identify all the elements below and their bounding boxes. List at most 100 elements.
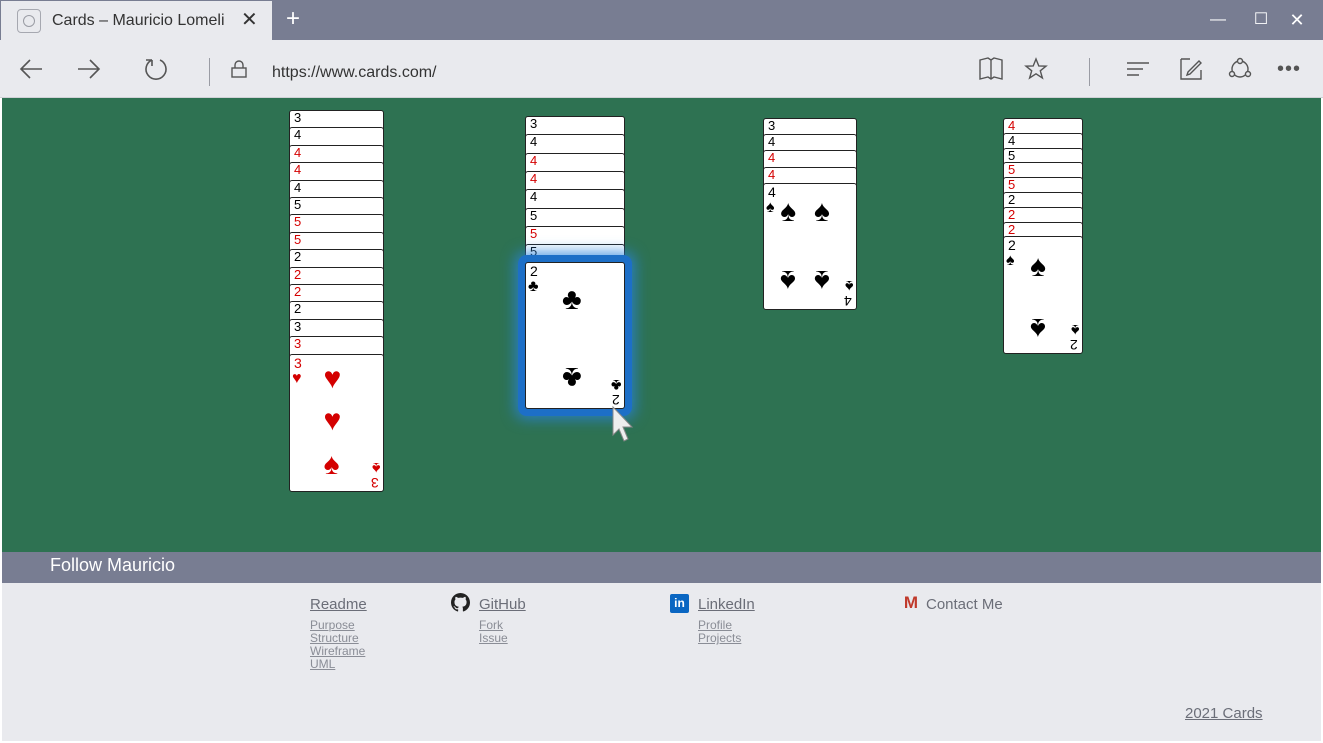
back-arrow-icon[interactable] xyxy=(14,52,48,86)
card-rank: 5 xyxy=(294,197,302,212)
top-card[interactable]: 3 ♥ 3 ♠ ♥ ♥ ♠ xyxy=(289,353,384,492)
selected-top-card[interactable]: 2 ♣ 2 ♣ ♣ ♣ xyxy=(525,262,625,410)
card-rank: 2 xyxy=(1008,192,1016,207)
refresh-icon[interactable] xyxy=(139,52,173,86)
card-rank: 5 xyxy=(294,231,302,247)
lock-icon xyxy=(222,52,256,86)
reading-view-icon[interactable] xyxy=(974,52,1008,86)
tab-title: Cards – Mauricio Lomeli xyxy=(52,12,225,29)
card-table: 3 4 4 4 4 5 5 5 2 2 2 2 3 3 3 ♥ 3 ♠ ♥ ♥ ♠ 3 4 4 4 4 5 5 5 2 ♣ 2 ♣ ♣ ♣ 3 4 4 4 4… xyxy=(2,98,1321,552)
card-rank: 5 xyxy=(1008,147,1016,163)
suit-pip-icon: ♠ xyxy=(780,194,797,228)
hub-icon[interactable] xyxy=(1121,52,1155,86)
card-rank: 3 xyxy=(371,474,379,491)
card-rank: 3 xyxy=(530,116,538,131)
card-rank: 4 xyxy=(530,152,538,168)
card-rank: 3 xyxy=(294,336,302,352)
card-rank: 4 xyxy=(294,162,302,178)
divider xyxy=(209,58,210,86)
suit-pip-icon: ♠ xyxy=(1030,249,1046,283)
card-rank: 2 xyxy=(1070,337,1078,354)
suit-pip-icon: ♠ xyxy=(1030,312,1046,346)
card-rank: 3 xyxy=(294,110,302,125)
card-rank: 2 xyxy=(294,284,302,299)
card-rank: 2 xyxy=(294,249,302,265)
card-rank: 2 xyxy=(1008,206,1016,222)
card-rank: 5 xyxy=(530,225,538,241)
forward-arrow-icon[interactable] xyxy=(72,52,106,86)
linkedin-link[interactable]: LinkedIn xyxy=(698,596,755,613)
suit-icon: ♠ xyxy=(766,198,775,216)
suit-pip-icon: ♣ xyxy=(562,360,582,394)
suit-pip-icon: ♥ xyxy=(323,403,342,437)
card-rank: 4 xyxy=(768,150,776,166)
gmail-icon: M xyxy=(903,593,919,612)
suit-icon: ♣ xyxy=(610,376,622,394)
share-icon[interactable] xyxy=(1223,52,1257,86)
card-rank: 4 xyxy=(294,144,302,160)
address-bar[interactable]: https://www.cards.com/ xyxy=(272,64,437,82)
card-rank: 4 xyxy=(768,166,776,182)
suit-pip-icon: ♣ xyxy=(562,283,582,317)
uml-link[interactable]: UML xyxy=(310,658,335,671)
card-rank: 2 xyxy=(1008,221,1016,237)
card-rank: 5 xyxy=(530,244,538,260)
contact-me-link[interactable]: Contact Me xyxy=(926,596,1003,613)
card-rank: 4 xyxy=(530,189,538,205)
suit-pip-icon: ♠ xyxy=(813,264,830,298)
card-rank: 2 xyxy=(530,263,538,280)
card-rank: 4 xyxy=(1008,132,1016,148)
card-rank: 5 xyxy=(530,207,538,223)
card-rank: 4 xyxy=(530,170,538,186)
copyright-link[interactable]: 2021 Cards xyxy=(1185,705,1263,722)
web-note-icon[interactable] xyxy=(1174,52,1208,86)
mouse-cursor-icon xyxy=(612,405,634,442)
follow-bar: Follow Mauricio xyxy=(2,552,1321,583)
card-rank: 4 xyxy=(294,127,302,143)
suit-icon: ♥ xyxy=(292,369,302,387)
favorite-star-icon[interactable] xyxy=(1019,52,1053,86)
card-rank: 2 xyxy=(294,301,302,317)
suit-icon: ♣ xyxy=(528,278,539,296)
follow-heading: Follow Mauricio xyxy=(50,555,176,575)
card-rank: 3 xyxy=(294,318,302,334)
suit-pip-icon: ♠ xyxy=(323,447,340,481)
browser-tab[interactable]: Cards – Mauricio Lomeli ✕ xyxy=(1,1,272,40)
navigation-bar: https://www.cards.com/ ••• xyxy=(0,40,1323,98)
tab-close-icon[interactable]: ✕ xyxy=(241,8,258,32)
github-link[interactable]: GitHub xyxy=(479,596,526,613)
suit-icon: ♠ xyxy=(371,458,381,476)
linkedin-icon: in xyxy=(670,594,689,613)
card-rank: 2 xyxy=(1008,237,1016,254)
close-window-button[interactable]: ✕ xyxy=(1285,8,1309,32)
footer: Readme Purpose Structure Wireframe UML G… xyxy=(2,583,1321,741)
suit-pip-icon: ♠ xyxy=(780,264,797,298)
issue-link[interactable]: Issue xyxy=(479,632,508,645)
suit-icon: ♠ xyxy=(1070,321,1080,339)
card-rank: 5 xyxy=(1008,177,1016,193)
suit-pip-icon: ♥ xyxy=(323,362,342,396)
top-card[interactable]: 2 ♠ 2 ♠ ♠ ♠ xyxy=(1003,236,1083,355)
top-card[interactable]: 4 ♠ 4 ♠ ♠ ♠ ♠ ♠ xyxy=(763,182,857,310)
card-rank: 4 xyxy=(294,179,302,195)
suit-icon: ♠ xyxy=(844,276,854,294)
new-tab-button[interactable]: + xyxy=(282,6,304,32)
suit-pip-icon: ♠ xyxy=(813,194,830,228)
page-favicon-icon xyxy=(17,9,41,33)
card-rank: 4 xyxy=(1008,118,1016,133)
card-rank: 4 xyxy=(768,183,776,200)
github-icon xyxy=(451,593,470,612)
minimize-button[interactable]: — xyxy=(1206,8,1230,32)
more-options-icon[interactable]: ••• xyxy=(1272,52,1306,86)
maximize-button[interactable]: ☐ xyxy=(1249,8,1273,32)
title-bar: Cards – Mauricio Lomeli ✕ + — ☐ ✕ xyxy=(0,0,1323,40)
card-rank: 3 xyxy=(768,118,776,133)
readme-link[interactable]: Readme xyxy=(310,596,367,613)
card-rank: 5 xyxy=(294,214,302,230)
card-rank: 2 xyxy=(294,266,302,282)
card-rank: 4 xyxy=(844,292,852,309)
projects-link[interactable]: Projects xyxy=(698,632,741,645)
card-rank: 5 xyxy=(1008,162,1016,178)
divider xyxy=(1089,58,1090,86)
suit-icon: ♠ xyxy=(1006,252,1015,270)
